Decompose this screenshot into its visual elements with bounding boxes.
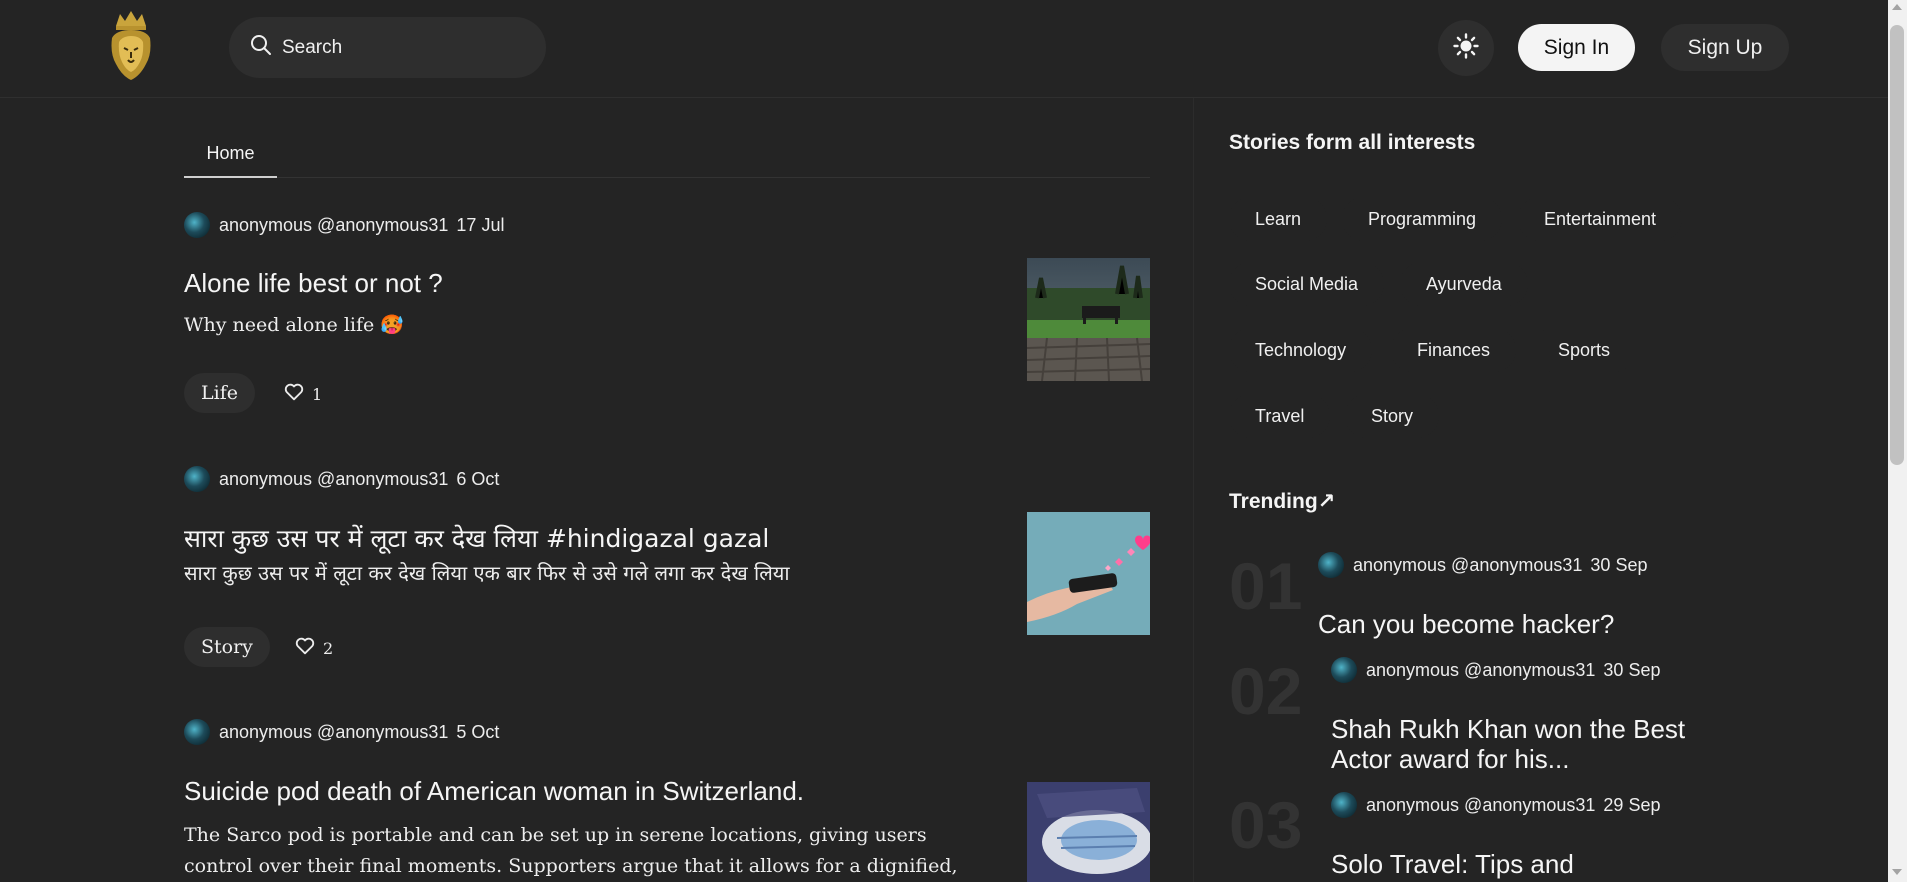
trending-author[interactable]: anonymous @anonymous31: [1366, 660, 1595, 681]
trending-title[interactable]: Can you become hacker?: [1318, 609, 1718, 639]
interest-chip[interactable]: Ayurveda: [1400, 262, 1528, 306]
avatar[interactable]: [184, 466, 210, 492]
scroll-down-arrow-icon[interactable]: [1892, 869, 1902, 875]
trending-author[interactable]: anonymous @anonymous31: [1366, 795, 1595, 816]
post-excerpt[interactable]: सारा कुछ उस पर में लूटा कर देख लिया एक ब…: [184, 558, 984, 589]
trending-date: 30 Sep: [1590, 554, 1648, 575]
interest-chip[interactable]: Finances: [1391, 328, 1517, 372]
like-count: 1: [312, 384, 323, 404]
trending-meta: anonymous @anonymous31 30 Sep: [1331, 657, 1660, 683]
post-meta: anonymous @anonymous31 17 Jul: [184, 212, 504, 238]
interest-chip[interactable]: Sports: [1532, 328, 1637, 372]
trending-title[interactable]: Solo Travel: Tips and: [1331, 849, 1731, 879]
sun-icon: [1453, 32, 1479, 64]
avatar[interactable]: [1318, 552, 1344, 578]
trending-rank: 02: [1229, 654, 1303, 728]
trending-date: 29 Sep: [1603, 794, 1661, 815]
trending-rank: 03: [1229, 788, 1303, 862]
post-meta: anonymous @anonymous31 5 Oct: [184, 719, 499, 745]
trending-date: 30 Sep: [1603, 659, 1661, 680]
avatar[interactable]: [1331, 657, 1357, 683]
post-title[interactable]: Suicide pod death of American woman in S…: [184, 776, 804, 807]
search-input[interactable]: [282, 36, 522, 59]
interest-chip[interactable]: Technology: [1229, 328, 1373, 372]
sign-up-button[interactable]: Sign Up: [1661, 24, 1789, 71]
post-author[interactable]: anonymous @anonymous31: [219, 215, 448, 236]
trending-meta: anonymous @anonymous31 29 Sep: [1331, 792, 1660, 818]
scroll-up-arrow-icon[interactable]: [1892, 4, 1902, 10]
post-author[interactable]: anonymous @anonymous31: [219, 469, 448, 490]
post-date: 17 Jul: [456, 214, 505, 235]
trending-meta: anonymous @anonymous31 30 Sep: [1318, 552, 1647, 578]
post-card[interactable]: anonymous @anonymous31 17 Jul Alone life…: [184, 212, 1151, 422]
post-tag[interactable]: Life: [184, 373, 255, 413]
post-card[interactable]: anonymous @anonymous31 5 Oct Suicide pod…: [184, 719, 1152, 882]
post-meta: anonymous @anonymous31 6 Oct: [184, 466, 499, 492]
post-thumbnail[interactable]: [1027, 512, 1151, 635]
trending-heading: Trending↗: [1229, 490, 1336, 513]
post-date: 5 Oct: [456, 721, 500, 742]
trending-author[interactable]: anonymous @anonymous31: [1353, 555, 1582, 576]
interest-chip[interactable]: Social Media: [1229, 262, 1385, 306]
avatar[interactable]: [184, 719, 210, 745]
sign-in-button[interactable]: Sign In: [1518, 24, 1635, 71]
post-thumbnail[interactable]: [1026, 258, 1151, 382]
interest-chip[interactable]: Story: [1345, 394, 1440, 438]
search-icon: [249, 33, 273, 62]
interests-heading: Stories form all interests: [1229, 131, 1476, 154]
feed-tabs: Home: [184, 130, 1150, 178]
avatar[interactable]: [184, 212, 210, 238]
scrollbar-thumb[interactable]: [1890, 25, 1904, 465]
like-button[interactable]: 2: [294, 635, 333, 661]
theme-toggle-button[interactable]: [1438, 20, 1494, 76]
column-divider: [1193, 98, 1194, 882]
post-excerpt[interactable]: Why need alone life 🥵: [184, 310, 984, 341]
post-tag[interactable]: Story: [184, 627, 270, 667]
post-date: 6 Oct: [456, 468, 500, 489]
interest-chip[interactable]: Programming: [1342, 197, 1503, 241]
lion-crown-logo[interactable]: [106, 8, 156, 82]
interest-chip[interactable]: Travel: [1229, 394, 1331, 438]
heart-icon: [294, 635, 323, 661]
post-title[interactable]: Alone life best or not ?: [184, 268, 443, 299]
post-title[interactable]: सारा कुछ उस पर में लूटा कर देख लिया #hin…: [184, 521, 769, 555]
trending-rank: 01: [1229, 549, 1303, 623]
post-thumbnail[interactable]: [1027, 782, 1152, 882]
interest-chip[interactable]: Learn: [1229, 197, 1328, 241]
interest-chip[interactable]: Entertainment: [1518, 197, 1683, 241]
search-bar[interactable]: [229, 17, 546, 78]
heart-icon: [283, 381, 312, 407]
post-card[interactable]: anonymous @anonymous31 6 Oct सारा कुछ उस…: [184, 466, 1151, 676]
trending-title[interactable]: Shah Rukh Khan won the Best Actor award …: [1331, 714, 1731, 774]
top-header: Sign In Sign Up: [0, 0, 1888, 98]
post-author[interactable]: anonymous @anonymous31: [219, 722, 448, 743]
like-button[interactable]: 1: [283, 381, 322, 407]
post-excerpt[interactable]: The Sarco pod is portable and can be set…: [184, 820, 974, 882]
avatar[interactable]: [1331, 792, 1357, 818]
tab-home[interactable]: Home: [184, 130, 277, 178]
like-count: 2: [323, 638, 334, 658]
